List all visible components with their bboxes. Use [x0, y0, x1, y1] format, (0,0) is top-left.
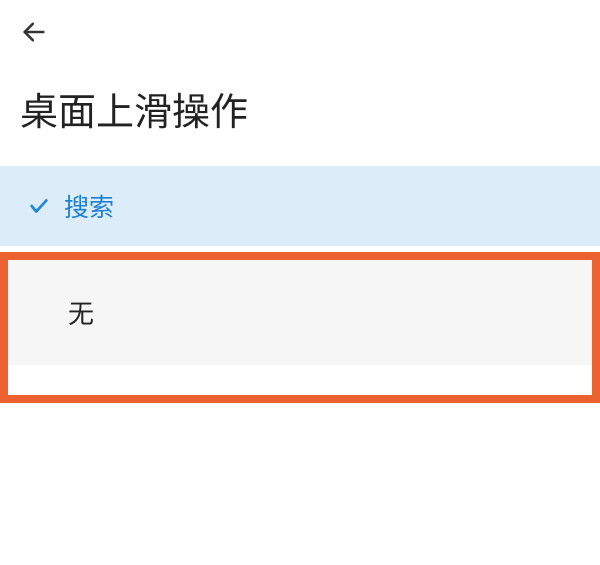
- option-search[interactable]: 搜索: [0, 166, 600, 246]
- back-button[interactable]: [20, 18, 48, 51]
- option-none[interactable]: 无: [8, 260, 592, 365]
- spacer: [8, 365, 592, 395]
- check-icon: [28, 195, 50, 217]
- highlight-annotation: 无: [0, 252, 600, 403]
- header-bar: [0, 0, 600, 61]
- option-search-label: 搜索: [64, 188, 114, 224]
- arrow-left-icon: [20, 18, 48, 46]
- option-none-label: 无: [68, 299, 94, 329]
- page-title: 桌面上滑操作: [0, 61, 600, 166]
